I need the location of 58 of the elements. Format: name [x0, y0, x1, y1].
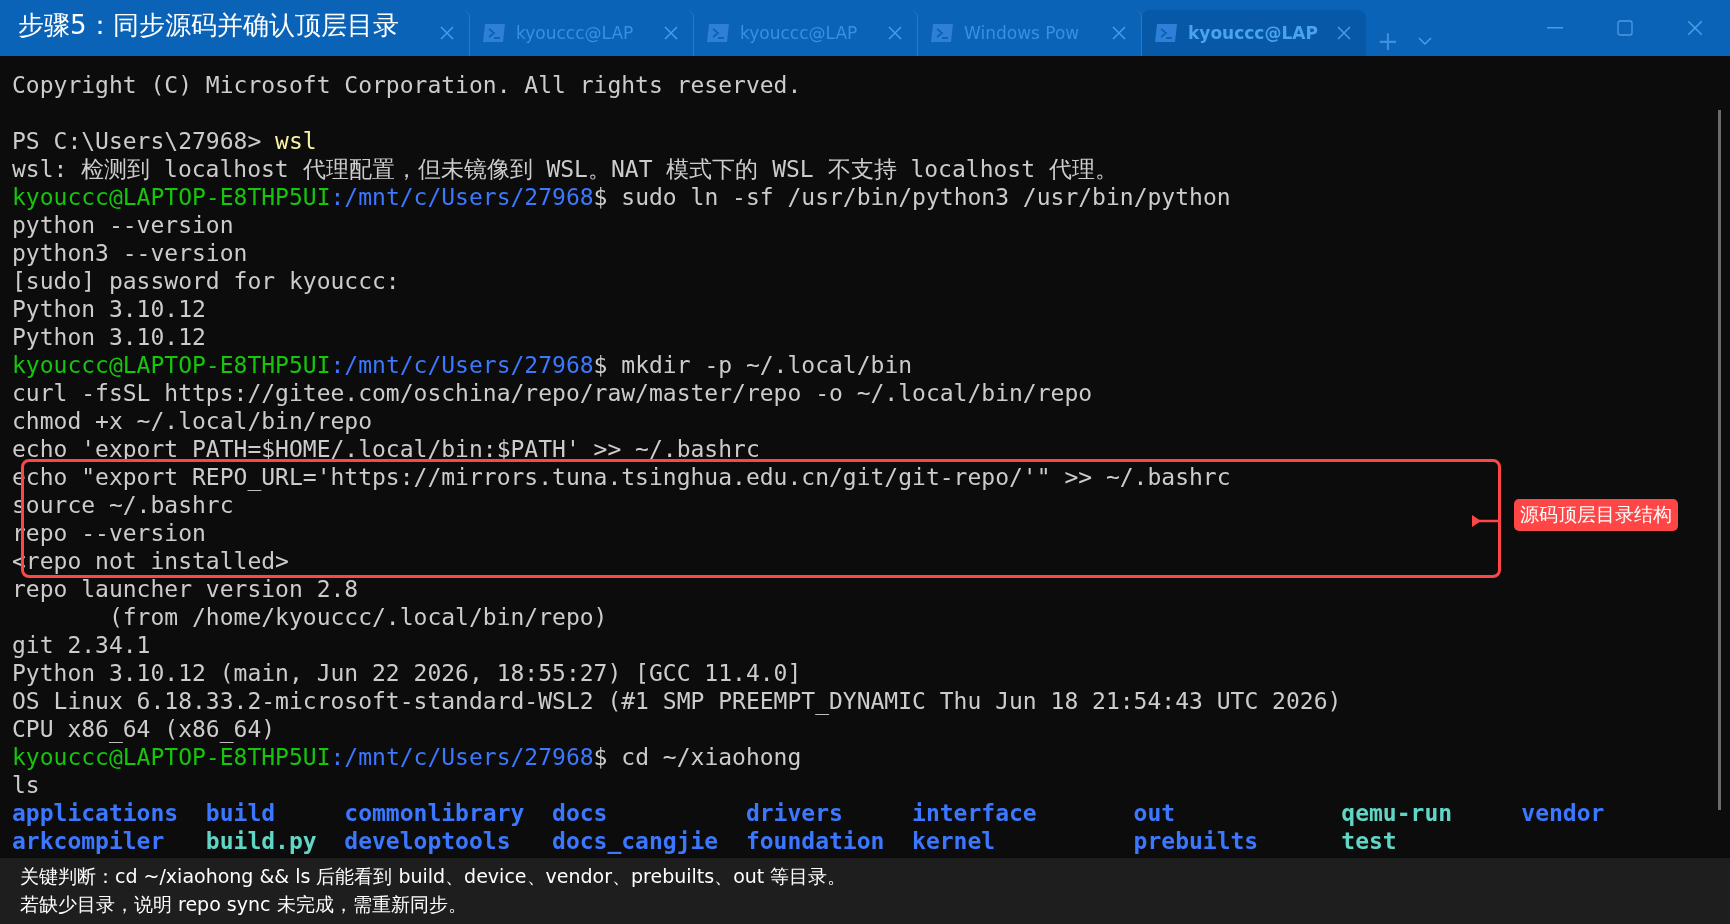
new-tab-button[interactable]: + — [1366, 26, 1410, 56]
directory-entry: vendor — [1521, 799, 1606, 827]
terminal-line: repo launcher version 2.8 — [12, 575, 359, 603]
terminal-line: CPU x86_64 (x86_64) — [12, 715, 276, 743]
terminal-line: python3 --version — [12, 239, 248, 267]
terminal-line: Copyright (C) Microsoft Corporation. All rights reserved. — [12, 71, 802, 99]
terminal-line: kyouccc@LAPTOP-E8THP5UI:/mnt/c/Users/27968$ mkdir -p ~/.local/bin — [12, 351, 913, 379]
callout-arrow — [1471, 514, 1501, 528]
directory-entry: kernel — [912, 827, 997, 855]
directory-entry: build.py — [205, 827, 318, 855]
terminal-line: PS C:\Users\27968> wsl — [12, 127, 317, 155]
chevron-down-icon — [1418, 37, 1432, 45]
directory-entry: developtools — [344, 827, 512, 855]
terminal-icon — [482, 23, 506, 43]
terminal-line: chmod +x ~/.local/bin/repo — [12, 407, 373, 435]
terminal-line: ls — [12, 771, 40, 799]
close-icon[interactable] — [663, 25, 679, 41]
callout-label: 源码顶层目录结构 — [1514, 499, 1678, 531]
directory-entry: qemu-run — [1341, 799, 1454, 827]
terminal-line: curl -fsSL https://gitee.com/oschina/repo/raw/master/repo -o ~/.local/bin/repo — [12, 379, 1093, 407]
close-icon[interactable] — [1686, 19, 1704, 37]
terminal-line: python --version — [12, 211, 234, 239]
tab[interactable]: kyouccc@LAP — [1142, 10, 1366, 56]
directory-entry: docs_cangjie — [552, 827, 720, 855]
caption-text: 若缺少目录，说明 repo sync 未完成，需重新同步。 — [20, 892, 467, 917]
directory-entry: out — [1133, 799, 1177, 827]
terminal-line: Python 3.10.12 (main, Jun 22 2026, 18:55:27) [GCC 11.4.0] — [12, 659, 802, 687]
minimize-icon — [1547, 27, 1563, 29]
terminal-icon — [1154, 23, 1178, 43]
terminal-line: echo 'export PATH=$HOME/.local/bin:$PATH' >> ~/.bashrc — [12, 435, 760, 463]
close-icon[interactable] — [887, 25, 903, 41]
directory-entry: arkcompiler — [12, 827, 166, 855]
terminal-icon — [706, 23, 730, 43]
directory-entry: interface — [912, 799, 1038, 827]
terminal-line: OS Linux 6.18.33.2-microsoft-standard-WSL2 (#1 SMP PREEMPT_DYNAMIC Thu Jun 18 21:54:43 UTC 2026) — [12, 687, 1342, 715]
terminal-line: git 2.34.1 — [12, 631, 151, 659]
directory-entry: foundation — [745, 827, 886, 855]
step-title: 步骤5：同步源码并确认顶层目录 — [18, 9, 400, 42]
directory-entry: build — [205, 799, 277, 827]
directory-entry: commonlibrary — [344, 799, 526, 827]
terminal-line: [sudo] password for kyouccc: — [12, 267, 400, 295]
terminal-line: kyouccc@LAPTOP-E8THP5UI:/mnt/c/Users/27968$ cd ~/xiaohong — [12, 743, 802, 771]
directory-entry: prebuilts — [1133, 827, 1260, 855]
directory-entry: test — [1341, 827, 1398, 855]
terminal-icon — [930, 23, 954, 43]
close-icon[interactable] — [1111, 25, 1127, 41]
directory-entry: applications — [12, 799, 180, 827]
terminal-line: Python 3.10.12 — [12, 295, 206, 323]
directory-entry: drivers — [745, 799, 844, 827]
close-icon[interactable] — [1336, 25, 1352, 41]
terminal-line: (from /home/kyouccc/.local/bin/repo) — [107, 603, 608, 631]
caption-text: 关键判断：cd ~/xiaohong && ls 后能看到 build、device、vendor、prebuilts、out 等目录。 — [20, 864, 847, 889]
terminal-line: wsl: 检测到 localhost 代理配置，但未镜像到 WSL。NAT 模式下的 WSL 不支持 localhost 代理。 — [12, 155, 1118, 183]
directory-entry: docs — [552, 799, 609, 827]
close-icon[interactable] — [439, 25, 455, 41]
terminal-line: Python 3.10.12 — [12, 323, 206, 351]
terminal-line: kyouccc@LAPTOP-E8THP5UI:/mnt/c/Users/27968$ sudo ln -sf /usr/bin/python3 /usr/bin/python — [12, 183, 1231, 211]
maximize-icon — [1617, 20, 1633, 36]
